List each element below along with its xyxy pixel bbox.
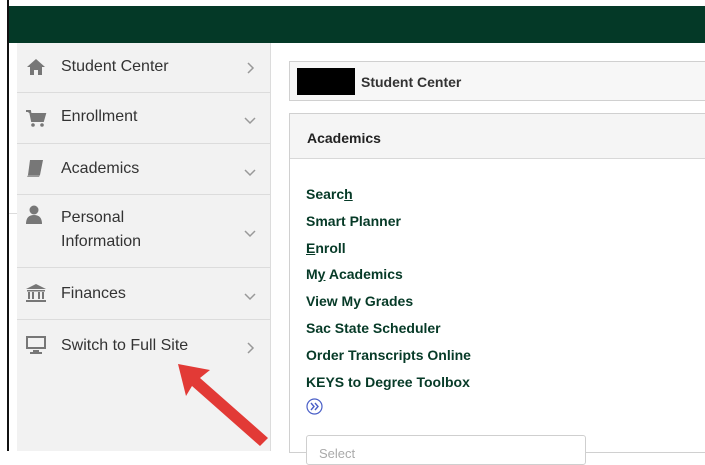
chevron-down-icon [244,169,256,177]
select-placeholder: Select [319,446,356,461]
sidebar-item-label: Finances [61,285,126,302]
sidebar-item-label: Enrollment [61,108,138,125]
academics-panel-title: Academics [307,130,381,146]
academics-panel: Academics [289,113,705,453]
redacted-name [297,68,355,95]
page-title: Student Center [361,74,462,90]
sidebar-item-label-line1: Personal [61,209,125,226]
link-smart-planner[interactable]: Smart Planner [306,212,401,230]
top-banner [9,6,705,43]
person-icon [26,205,42,224]
monitor-icon [26,336,46,354]
sidebar-item-label-line2: Information [61,233,142,250]
sidebar-item-label: Switch to Full Site [61,337,189,354]
sidebar-item-finances[interactable]: Finances [17,268,270,320]
link-view-my-grades[interactable]: View My Grades [306,292,413,310]
page-header: Student Center [289,61,705,101]
book-icon [27,160,43,177]
link-sac-state-scheduler[interactable]: Sac State Scheduler [306,319,441,337]
link-search[interactable]: Search [306,185,353,203]
bank-icon [26,284,46,302]
sidebar-item-student-center[interactable]: Student Center [17,43,270,93]
sidebar-item-enrollment[interactable]: Enrollment [17,93,270,144]
chevron-right-icon [247,62,255,74]
academics-select[interactable]: Select [306,435,586,465]
home-icon [27,59,45,75]
link-enroll[interactable]: Enroll [306,239,346,257]
chevron-right-icon [247,342,255,354]
more-links-icon[interactable] [306,398,323,415]
academics-panel-header: Academics [290,114,705,159]
chevron-down-icon [244,293,256,301]
link-my-academics[interactable]: My Academics [306,265,403,283]
sidebar-item-label: Student Center [61,58,169,75]
window-left-edge [7,0,9,451]
divider [9,213,17,214]
sidebar-item-personal-information[interactable]: Personal Information [17,195,270,268]
cart-icon [26,110,47,127]
link-keys-degree-toolbox[interactable]: KEYS to Degree Toolbox [306,373,470,391]
sidebar-item-academics[interactable]: Academics [17,144,270,195]
chevron-down-icon [244,230,256,238]
link-order-transcripts[interactable]: Order Transcripts Online [306,346,471,364]
sidebar-item-label: Academics [61,160,140,177]
chevron-down-icon [244,117,256,125]
annotation-arrow [178,364,268,446]
